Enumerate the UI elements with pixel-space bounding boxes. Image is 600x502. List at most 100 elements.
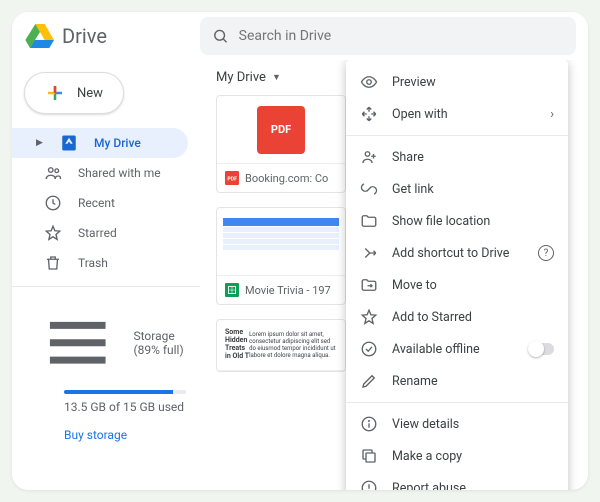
menu-item-add-starred[interactable]: Add to Starred [346, 301, 568, 333]
link-icon [360, 180, 378, 198]
menu-label: Add shortcut to Drive [392, 246, 509, 261]
help-icon[interactable]: ? [538, 245, 554, 261]
file-footer: Movie Trivia - 197 [217, 276, 345, 304]
trash-icon [44, 254, 62, 272]
new-button[interactable]: New [24, 72, 124, 114]
search-bar[interactable] [200, 17, 576, 55]
sidebar-item-storage[interactable]: Storage (89% full) [12, 295, 200, 388]
sidebar-item-starred[interactable]: Starred [12, 218, 188, 248]
storage-bar [64, 390, 186, 394]
sidebar-item-label: My Drive [94, 136, 141, 150]
menu-label: Get link [392, 182, 434, 197]
main-area: My Drive ▼ PDF PDF Booking.com: Co Movie… [200, 60, 588, 490]
menu-label: View details [392, 417, 459, 432]
file-preview: Some Hidden Treats in Old T Lorem ipsum … [217, 320, 345, 371]
chevron-right-icon: ▶ [36, 138, 44, 148]
offline-toggle[interactable] [528, 343, 554, 355]
open-with-icon [360, 105, 378, 123]
file-card[interactable]: PDF PDF Booking.com: Co [216, 95, 346, 193]
sidebar-item-trash[interactable]: Trash [12, 248, 188, 278]
offline-icon [360, 340, 378, 358]
menu-item-available-offline[interactable]: Available offline [346, 333, 568, 365]
divider [12, 286, 200, 287]
menu-item-get-link[interactable]: Get link [346, 173, 568, 205]
sidebar-item-label: Shared with me [78, 166, 161, 180]
doc-title: Some Hidden Treats in Old T [225, 328, 249, 360]
sidebar-item-shared[interactable]: Shared with me [12, 158, 188, 188]
menu-item-view-details[interactable]: View details [346, 408, 568, 440]
menu-item-preview[interactable]: Preview [346, 66, 568, 98]
file-preview [217, 208, 345, 276]
file-footer: PDF Booking.com: Co [217, 164, 345, 192]
file-preview: PDF [217, 96, 345, 164]
eye-icon [360, 73, 378, 91]
menu-item-show-location[interactable]: Show file location [346, 205, 568, 237]
people-icon [44, 164, 62, 182]
plus-icon [43, 81, 67, 105]
search-icon [212, 27, 229, 45]
move-icon [360, 276, 378, 294]
svg-text:PDF: PDF [227, 176, 237, 182]
info-icon [360, 415, 378, 433]
search-input[interactable] [239, 28, 564, 44]
menu-separator [346, 135, 568, 136]
menu-label: Available offline [392, 342, 480, 357]
chevron-right-icon: › [550, 107, 554, 122]
star-icon [360, 308, 378, 326]
pdf-badge-icon: PDF [257, 106, 305, 154]
report-icon [360, 479, 378, 490]
file-card[interactable]: Movie Trivia - 197 [216, 207, 346, 305]
buy-storage-link[interactable]: Buy storage [64, 428, 200, 442]
copy-icon [360, 447, 378, 465]
menu-label: Add to Starred [392, 310, 472, 325]
sidebar-item-label: Trash [78, 256, 108, 270]
drive-icon [60, 134, 78, 152]
location-label: My Drive [216, 70, 266, 85]
menu-item-move-to[interactable]: Move to [346, 269, 568, 301]
menu-label: Move to [392, 278, 437, 293]
file-name: Movie Trivia - 197 [245, 284, 331, 297]
sheets-file-icon [225, 283, 239, 297]
content: New ▶ My Drive Shared with me Recent Sta… [12, 60, 588, 490]
file-card[interactable]: Some Hidden Treats in Old T Lorem ipsum … [216, 319, 346, 372]
menu-label: Make a copy [392, 449, 462, 464]
folder-icon [360, 212, 378, 230]
sidebar-item-recent[interactable]: Recent [12, 188, 188, 218]
menu-label: Rename [392, 374, 438, 389]
sidebar: New ▶ My Drive Shared with me Recent Sta… [12, 60, 200, 490]
menu-label: Preview [392, 75, 436, 90]
sidebar-item-label: Starred [78, 226, 117, 240]
storage-label: Storage (89% full) [133, 329, 186, 357]
top-bar: Drive [12, 12, 588, 60]
drive-logo-icon [24, 20, 56, 52]
new-button-label: New [77, 86, 103, 101]
file-name: Booking.com: Co [245, 172, 328, 185]
brand[interactable]: Drive [24, 20, 200, 52]
menu-label: Show file location [392, 214, 490, 229]
menu-item-share[interactable]: Share [346, 141, 568, 173]
sidebar-item-label: Recent [78, 196, 115, 210]
menu-item-add-shortcut[interactable]: Add shortcut to Drive ? [346, 237, 568, 269]
storage-icon [36, 301, 119, 384]
storage-fill [64, 390, 173, 394]
menu-label: Report abuse [392, 481, 466, 491]
storage-text: 13.5 GB of 15 GB used [64, 400, 200, 414]
sidebar-item-my-drive[interactable]: ▶ My Drive [12, 128, 188, 158]
pdf-file-icon: PDF [225, 171, 239, 185]
menu-label: Open with [392, 107, 448, 122]
brand-label: Drive [62, 24, 107, 48]
star-icon [44, 224, 62, 242]
shortcut-icon [360, 244, 378, 262]
menu-item-report-abuse[interactable]: Report abuse [346, 472, 568, 490]
clock-icon [44, 194, 62, 212]
context-menu: Preview Open with › Share Get link [346, 60, 568, 490]
menu-separator [346, 402, 568, 403]
chevron-down-icon: ▼ [272, 72, 281, 83]
app-window: Drive New ▶ My Drive Shared with me [12, 12, 588, 490]
menu-item-rename[interactable]: Rename [346, 365, 568, 397]
pencil-icon [360, 372, 378, 390]
menu-item-open-with[interactable]: Open with › [346, 98, 568, 130]
menu-label: Share [392, 150, 424, 165]
person-plus-icon [360, 148, 378, 166]
menu-item-make-copy[interactable]: Make a copy [346, 440, 568, 472]
